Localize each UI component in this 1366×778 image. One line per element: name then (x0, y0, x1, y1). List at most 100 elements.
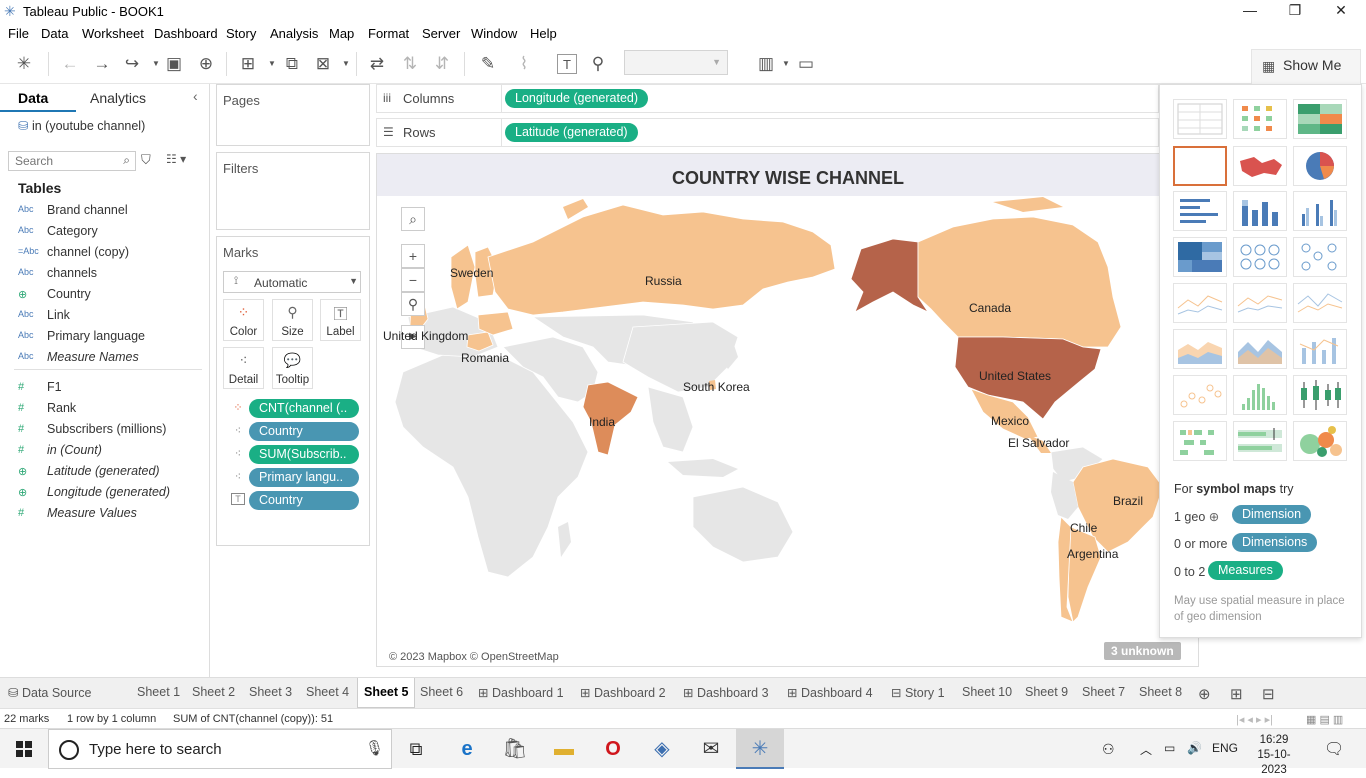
tab-dashboard-4[interactable]: ⊞ Dashboard 4 (787, 683, 873, 705)
chart-thumb-treemap[interactable] (1173, 237, 1227, 277)
volume-icon[interactable]: 🔊 (1187, 741, 1202, 755)
chart-thumb-lines-continuous[interactable] (1173, 283, 1227, 323)
keyboard-language[interactable]: ENG (1212, 741, 1238, 755)
task-view-icon[interactable]: ⧉ (392, 729, 440, 769)
detail-button[interactable]: ⁖ Detail (223, 347, 264, 389)
notifications-icon[interactable]: 🗨 (1324, 739, 1344, 759)
marks-pill-cnt-channel[interactable]: CNT(channel (.. (249, 399, 359, 418)
field-item[interactable]: ⊕ Latitude (generated) (18, 462, 208, 483)
marks-pill-primary-language[interactable]: Primary langu.. (249, 468, 359, 487)
tab-sheet-8[interactable]: Sheet 8 (1139, 683, 1182, 705)
chevron-down-icon[interactable]: ▼ (146, 54, 166, 74)
menu-data[interactable]: Data (41, 26, 68, 41)
datasource-item[interactable]: ⛁ in (youtube channel) (18, 118, 145, 133)
tableau-taskbar-icon[interactable]: ✳ (736, 729, 784, 769)
zoom-in-icon[interactable]: + (401, 244, 425, 268)
field-item[interactable]: # Measure Values (18, 504, 208, 525)
menu-server[interactable]: Server (422, 26, 460, 41)
field-item[interactable]: Abc Primary language (18, 327, 208, 348)
chart-thumb-stacked-bars[interactable] (1233, 191, 1287, 231)
clear-sheet-icon[interactable]: ⊠ (313, 54, 333, 74)
view-options-icon[interactable]: ☷ ▾ (166, 152, 186, 166)
new-datasource-icon[interactable]: ⊕ (196, 54, 216, 74)
menu-analysis[interactable]: Analysis (270, 26, 318, 41)
battery-icon[interactable]: ▭ (1164, 741, 1175, 755)
tab-sheet-7[interactable]: Sheet 7 (1082, 683, 1125, 705)
chart-thumb-lines-discrete[interactable] (1233, 283, 1287, 323)
chart-thumb-gantt[interactable] (1173, 421, 1227, 461)
menu-dashboard[interactable]: Dashboard (154, 26, 218, 41)
size-button[interactable]: ⚲ Size (272, 299, 313, 341)
tooltip-button[interactable]: 💬 Tooltip (272, 347, 313, 389)
map-search-icon[interactable]: ⌕ (401, 207, 425, 231)
field-item[interactable]: ⊕ Country (18, 285, 208, 306)
tab-story-1[interactable]: ⊟ Story 1 (891, 683, 945, 705)
sort-ascending-icon[interactable]: ⇅ (400, 54, 420, 74)
swap-icon[interactable]: ⇄ (367, 54, 387, 74)
format-select[interactable]: ▼ (624, 50, 728, 75)
store-icon[interactable]: 🛍 (491, 729, 539, 769)
label-button[interactable]: 🅃 Label (320, 299, 361, 341)
taskbar-search[interactable]: Type here to search 🎙 (48, 729, 392, 769)
close-button[interactable]: ✕ (1318, 2, 1364, 22)
columns-pill-longitude[interactable]: Longitude (generated) (505, 89, 649, 108)
chart-thumb-dual-combination[interactable] (1293, 329, 1347, 369)
new-story-tab-icon[interactable]: ⊟ (1262, 683, 1275, 705)
menu-worksheet[interactable]: Worksheet (82, 26, 144, 41)
show-labels-icon[interactable]: T (557, 54, 577, 74)
chart-thumb-horizontal-bars[interactable] (1173, 191, 1227, 231)
chart-thumb-packed-bubbles[interactable] (1293, 421, 1347, 461)
filter-icon[interactable]: ⛉ (141, 152, 151, 168)
tab-dashboard-2[interactable]: ⊞ Dashboard 2 (580, 683, 666, 705)
tab-sheet-4[interactable]: Sheet 4 (306, 683, 349, 705)
chart-thumb-filled-map[interactable] (1233, 146, 1287, 186)
chevron-down-icon[interactable]: ▼ (776, 54, 796, 74)
mark-type-select[interactable]: ⟟ Automatic ▼ (223, 271, 361, 293)
presentation-mode-icon[interactable]: ▭ (796, 54, 816, 74)
tab-analytics[interactable]: Analytics (90, 90, 146, 106)
people-icon[interactable]: ⚇ (1102, 741, 1115, 758)
opera-icon[interactable]: O (589, 729, 637, 769)
field-search[interactable]: ⌕ (8, 151, 136, 171)
field-item[interactable]: Abc Brand channel (18, 201, 208, 222)
chart-thumb-pie[interactable] (1293, 146, 1347, 186)
field-item[interactable]: # Subscribers (millions) (18, 420, 208, 441)
menu-help[interactable]: Help (530, 26, 557, 41)
menu-window[interactable]: Window (471, 26, 517, 41)
unknown-indicator[interactable]: 3 unknown (1104, 642, 1181, 660)
chart-thumb-dual-lines[interactable] (1293, 283, 1347, 323)
new-worksheet-icon[interactable]: ⊞ (238, 54, 258, 74)
filled-map[interactable]: ⌕ + − ⚲ ▶ Russia Sweden United Kingdom R… (383, 197, 1193, 664)
fit-width-icon[interactable]: ▥ (756, 54, 776, 74)
pin-map-icon[interactable]: ⚲ (401, 292, 425, 316)
field-item[interactable]: # F1 (18, 378, 208, 399)
pages-card[interactable]: Pages (216, 84, 370, 146)
chart-thumb-heat-map[interactable] (1233, 99, 1287, 139)
field-item[interactable]: # in (Count) (18, 441, 208, 462)
view-mode-icons[interactable]: ▦ ▤ ▥ (1306, 713, 1343, 726)
rows-shelf[interactable]: ☰ Rows Latitude (generated) (376, 118, 1159, 147)
sheet-nav-icons[interactable]: |◂ ◂ ▸ ▸| (1236, 713, 1273, 726)
edge-icon[interactable]: e (443, 729, 491, 769)
chart-thumb-circle-views[interactable] (1233, 237, 1287, 277)
chart-thumb-side-by-side-bars[interactable] (1293, 191, 1347, 231)
chevron-up-icon[interactable]: ︿ (1140, 741, 1152, 758)
duplicate-sheet-icon[interactable]: ⧉ (282, 54, 302, 74)
marks-pill-country[interactable]: Country (249, 422, 359, 441)
chevron-down-icon[interactable]: ▼ (336, 54, 356, 74)
menu-map[interactable]: Map (329, 26, 354, 41)
tab-dashboard-1[interactable]: ⊞ Dashboard 1 (478, 683, 564, 705)
tab-sheet-2[interactable]: Sheet 2 (192, 683, 235, 705)
field-item[interactable]: Abc Measure Names (18, 348, 208, 369)
replay-icon[interactable]: ↪ (122, 54, 142, 74)
tab-dashboard-3[interactable]: ⊞ Dashboard 3 (683, 683, 769, 705)
tab-sheet-1[interactable]: Sheet 1 (137, 683, 180, 705)
chart-thumb-side-by-side-circles[interactable] (1293, 237, 1347, 277)
chevron-down-icon[interactable]: ▼ (262, 54, 282, 74)
menu-format[interactable]: Format (368, 26, 409, 41)
chart-thumb-highlight-table[interactable] (1293, 99, 1347, 139)
show-me-button[interactable]: ▦ Show Me (1251, 49, 1361, 84)
pin-icon[interactable]: ⚲ (588, 54, 608, 74)
tab-sheet-5[interactable]: Sheet 5 (357, 678, 416, 708)
highlight-icon[interactable]: ✎ (478, 54, 498, 74)
